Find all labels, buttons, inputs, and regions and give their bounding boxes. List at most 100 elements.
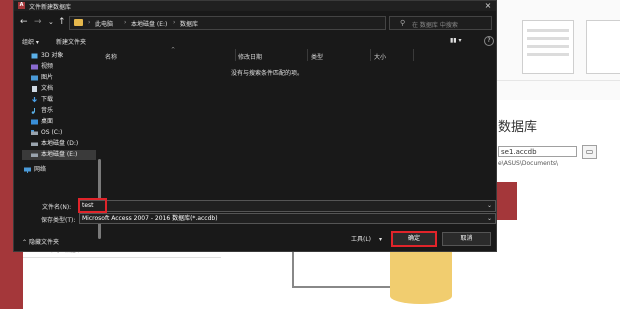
file-list-scrollbar[interactable] bbox=[494, 49, 502, 194]
download-icon bbox=[32, 97, 37, 103]
sidebar-item-drive-c[interactable]: OS (C:) bbox=[22, 128, 96, 138]
sidebar-item-documents[interactable]: 文档 bbox=[22, 84, 96, 94]
up-arrow-icon[interactable]: ↑ bbox=[58, 16, 66, 28]
dialog-title: 文件新建数据库 bbox=[29, 4, 72, 11]
sidebar-item-label: 图片 bbox=[41, 74, 54, 81]
filename-label: 文件名(N): bbox=[42, 204, 72, 211]
chevron-down-icon: ⌄ bbox=[486, 215, 492, 222]
file-list: ^ 名称 修改日期 类型 大小 没有与搜索条件匹配的项。 bbox=[101, 47, 491, 194]
breadcrumb-separator: › bbox=[173, 19, 176, 26]
sidebar-item-label: 桌面 bbox=[41, 118, 54, 125]
illustration-line bbox=[292, 246, 294, 286]
filename-highlight-annotation bbox=[78, 198, 107, 213]
filetype-label: 保存类型(T): bbox=[41, 217, 76, 224]
column-separator[interactable] bbox=[370, 49, 371, 61]
sidebar-item-label: 本地磁盘 (E:) bbox=[41, 151, 78, 158]
sidebar-item-label: 文档 bbox=[41, 85, 54, 92]
sidebar-item-network[interactable]: 网络 bbox=[22, 165, 96, 175]
column-separator[interactable] bbox=[307, 49, 308, 61]
navigation-pane: 3D 对象 视频 图片 文档 下载 音乐 桌面 OS (C:) 本地磁盘 (D:… bbox=[22, 49, 101, 239]
tools-label: 工具(L) bbox=[351, 236, 372, 243]
view-options-icon[interactable]: ▮▮ ▾ bbox=[450, 37, 462, 44]
column-header-type[interactable]: 类型 bbox=[311, 52, 323, 61]
filetype-select[interactable]: Microsoft Access 2007 - 2016 数据库(*.accdb… bbox=[79, 213, 496, 224]
sidebar-item-desktop[interactable]: 桌面 bbox=[22, 117, 96, 127]
hide-folders-toggle[interactable]: ⌃ 隐藏文件夹 bbox=[22, 237, 59, 246]
column-header-name[interactable]: 名称 bbox=[105, 52, 117, 61]
sort-indicator-icon: ^ bbox=[171, 47, 176, 53]
sidebar-item-drive-e[interactable]: 本地磁盘 (E:) bbox=[22, 150, 96, 160]
dialog-titlebar[interactable]: A 文件新建数据库 × bbox=[14, 1, 496, 11]
sidebar-item-downloads[interactable]: 下载 bbox=[22, 95, 96, 105]
hide-folders-label: 隐藏文件夹 bbox=[28, 239, 59, 246]
template-thumbnail[interactable] bbox=[586, 20, 620, 74]
organize-button[interactable]: 组织 ▾ bbox=[22, 37, 39, 46]
breadcrumb-this-pc[interactable]: 此电脑 bbox=[95, 19, 113, 28]
back-arrow-icon[interactable]: ← bbox=[20, 16, 28, 28]
picture-icon bbox=[31, 75, 38, 81]
template-thumbnail[interactable] bbox=[522, 20, 574, 74]
sidebar-item-videos[interactable]: 视频 bbox=[22, 62, 96, 72]
dialog-toolbar: 组织 ▾ 新建文件夹 ▮▮ ▾ ? bbox=[14, 34, 496, 48]
filetype-value: Microsoft Access 2007 - 2016 数据库(*.accdb… bbox=[82, 215, 218, 222]
desktop-icon bbox=[31, 119, 38, 125]
document-icon bbox=[32, 86, 37, 92]
sidebar-item-3d-objects[interactable]: 3D 对象 bbox=[22, 51, 96, 61]
address-bar[interactable]: › 此电脑 › 本地磁盘 (E:) › 数据库 ↻ bbox=[69, 16, 438, 30]
breadcrumb-drive-e[interactable]: 本地磁盘 (E:) bbox=[131, 19, 167, 28]
breadcrumb-database-folder[interactable]: 数据库 bbox=[180, 19, 198, 28]
browse-folder-button[interactable]: ▭ bbox=[582, 145, 597, 159]
sidebar-item-label: 下载 bbox=[41, 96, 54, 103]
drive-icon bbox=[31, 153, 38, 157]
column-separator[interactable] bbox=[413, 49, 414, 61]
sidebar-item-label: 3D 对象 bbox=[41, 52, 64, 59]
help-icon[interactable]: ? bbox=[484, 36, 494, 46]
sidebar-item-label: OS (C:) bbox=[41, 129, 63, 136]
sidebar-item-label: 网络 bbox=[34, 166, 47, 173]
search-icon: ⚲ bbox=[400, 19, 406, 27]
filename-input[interactable]: test ⌄ bbox=[79, 200, 496, 212]
chevron-up-icon: ⌃ bbox=[22, 239, 29, 246]
cancel-button[interactable]: 取消 bbox=[442, 232, 491, 246]
cube-icon bbox=[31, 53, 38, 59]
recent-locations-icon[interactable]: ⌄ bbox=[48, 16, 54, 28]
drive-icon bbox=[31, 142, 38, 146]
breadcrumb-separator: › bbox=[124, 19, 127, 26]
search-placeholder: 在 数据库 中搜索 bbox=[412, 22, 458, 29]
column-header-size[interactable]: 大小 bbox=[374, 52, 386, 61]
new-folder-button[interactable]: 新建文件夹 bbox=[56, 37, 86, 46]
close-button[interactable]: × bbox=[480, 1, 496, 11]
column-separator[interactable] bbox=[235, 49, 236, 61]
chevron-down-icon[interactable]: ⌄ bbox=[487, 201, 492, 211]
music-icon bbox=[31, 108, 35, 114]
file-new-database-dialog: A 文件新建数据库 × ← → ⌄ ↑ › 此电脑 › 本地磁盘 (E:) › … bbox=[13, 0, 497, 252]
access-app-icon: A bbox=[18, 2, 25, 9]
tools-menu-button[interactable]: 工具(L) ▾ bbox=[351, 234, 382, 243]
column-header-date[interactable]: 修改日期 bbox=[238, 52, 262, 61]
database-path-text: e\ASUS\Documents\ bbox=[498, 160, 559, 167]
close-icon: × bbox=[484, 1, 492, 10]
search-input[interactable]: ⚲ 在 数据库 中搜索 bbox=[389, 16, 492, 30]
forward-arrow-icon[interactable]: → bbox=[34, 16, 42, 28]
sidebar-item-drive-d[interactable]: 本地磁盘 (D:) bbox=[22, 139, 96, 149]
network-icon bbox=[24, 167, 31, 173]
video-icon bbox=[31, 64, 38, 70]
sidebar-item-label: 视频 bbox=[41, 63, 54, 70]
folder-icon bbox=[74, 19, 83, 26]
empty-folder-message: 没有与搜索条件匹配的项。 bbox=[231, 70, 304, 77]
sidebar-item-label: 本地磁盘 (D:) bbox=[41, 140, 79, 147]
blank-database-title: 数据库 bbox=[498, 120, 538, 135]
drive-icon bbox=[31, 130, 38, 135]
sidebar-item-label: 音乐 bbox=[41, 107, 54, 114]
chevron-down-icon: ▾ bbox=[379, 236, 383, 243]
illustration-line bbox=[292, 286, 390, 288]
navigation-bar: ← → ⌄ ↑ › 此电脑 › 本地磁盘 (E:) › 数据库 ↻ ⚲ 在 数据… bbox=[14, 11, 496, 33]
database-filename-field[interactable]: se1.accdb bbox=[498, 146, 577, 157]
folder-icon: ▭ bbox=[585, 147, 594, 156]
access-left-strip bbox=[0, 0, 13, 309]
ok-highlight-annotation bbox=[391, 231, 437, 247]
sidebar-item-music[interactable]: 音乐 bbox=[22, 106, 96, 116]
sidebar-item-pictures[interactable]: 图片 bbox=[22, 73, 96, 83]
breadcrumb-separator: › bbox=[88, 19, 91, 26]
divider bbox=[23, 257, 221, 258]
